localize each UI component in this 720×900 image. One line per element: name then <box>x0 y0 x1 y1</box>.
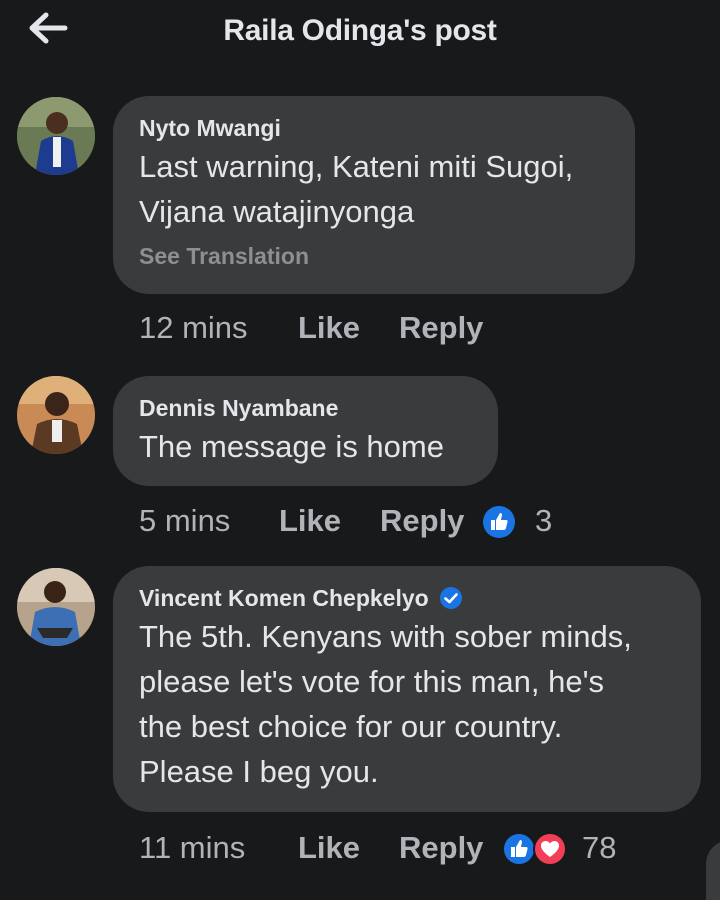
comment-text: The message is home <box>139 429 444 464</box>
avatar[interactable] <box>17 97 95 175</box>
avatar-photo <box>17 376 95 454</box>
reply-button[interactable]: Reply <box>399 830 483 866</box>
comment-time: 11 mins <box>139 830 246 865</box>
comment-text-line: the best choice for our country. <box>139 709 563 744</box>
comment-bubble[interactable]: Nyto Mwangi Last warning, Kateni miti Su… <box>113 96 635 294</box>
like-reaction-icon[interactable] <box>502 832 536 866</box>
like-button[interactable]: Like <box>298 830 360 866</box>
comment-text: Last warning, Kateni miti Sugoi, Vijana … <box>139 144 609 234</box>
comment-bubble[interactable]: Vincent Komen Chepkelyo The 5th. Kenyans… <box>113 566 701 812</box>
verified-badge-icon <box>439 587 462 609</box>
comment-author-name[interactable]: Vincent Komen Chepkelyo <box>139 584 429 612</box>
comment-bubble[interactable]: Dennis Nyambane The message is home <box>113 376 498 486</box>
comment-author[interactable]: Vincent Komen Chepkelyo <box>139 584 675 612</box>
avatar[interactable] <box>17 568 95 646</box>
reply-button[interactable]: Reply <box>380 503 464 539</box>
comment-author[interactable]: Nyto Mwangi <box>139 114 609 142</box>
reaction-count[interactable]: 78 <box>582 830 616 866</box>
page-title: Raila Odinga's post <box>223 14 497 47</box>
comment-time: 5 mins <box>139 503 231 538</box>
like-button[interactable]: Like <box>298 310 360 346</box>
comment-text-line: Vijana watajinyonga <box>139 194 415 229</box>
comment-text-line: The 5th. Kenyans with sober minds, <box>139 619 632 654</box>
like-reaction-icon[interactable] <box>482 505 516 539</box>
top-bar: Raila Odinga's post <box>0 0 720 66</box>
love-reaction-icon[interactable] <box>533 832 567 866</box>
comment-author[interactable]: Dennis Nyambane <box>139 394 472 422</box>
like-button[interactable]: Like <box>279 503 341 539</box>
reply-button[interactable]: Reply <box>399 310 483 346</box>
comment-text-line: Please I beg you. <box>139 754 379 789</box>
reaction-count[interactable]: 3 <box>535 503 552 539</box>
avatar[interactable] <box>17 376 95 454</box>
scroll-indicator <box>706 840 720 900</box>
avatar-photo <box>17 97 95 175</box>
comment-time: 12 mins <box>139 310 248 345</box>
avatar-photo <box>17 568 95 646</box>
comment-text: The 5th. Kenyans with sober minds, pleas… <box>139 614 675 794</box>
comment-text-line: please let's vote for this man, he's <box>139 664 605 699</box>
see-translation-link[interactable]: See Translation <box>139 243 609 270</box>
comment-text-line: Last warning, Kateni miti Sugoi, <box>139 149 574 184</box>
